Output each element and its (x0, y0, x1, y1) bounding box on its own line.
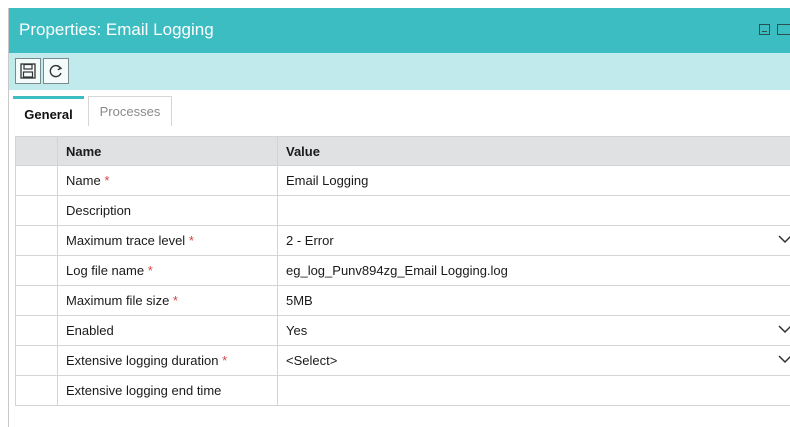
column-header-name: Name (57, 136, 278, 166)
property-name: Maximum trace level (66, 233, 186, 248)
property-name: Maximum file size (66, 293, 170, 308)
property-name: Log file name (66, 263, 145, 278)
minimize-icon[interactable] (759, 24, 770, 35)
chevron-down-icon[interactable] (778, 233, 790, 245)
property-name-cell: Log file name * (57, 255, 278, 286)
refresh-button[interactable] (43, 58, 69, 84)
property-value-field[interactable] (277, 375, 790, 406)
table-row[interactable]: Extensive logging end time (15, 375, 790, 406)
property-value-field[interactable]: eg_log_Punv894zg_Email Logging.log (277, 255, 790, 286)
required-marker: * (104, 173, 110, 188)
property-value: <Select> (286, 353, 338, 368)
property-name-cell: Enabled (57, 315, 278, 346)
required-marker: * (222, 353, 228, 368)
required-marker: * (172, 293, 178, 308)
property-value: eg_log_Punv894zg_Email Logging.log (286, 263, 508, 278)
save-icon (20, 63, 36, 79)
row-header-cell[interactable] (15, 165, 58, 196)
property-value: 5MB (286, 293, 313, 308)
refresh-icon (49, 64, 63, 78)
maximize-icon[interactable] (777, 24, 790, 35)
property-name: Name (66, 173, 101, 188)
row-header-cell[interactable] (15, 225, 58, 256)
property-value-field[interactable] (277, 195, 790, 226)
title-bar: Properties: Email Logging (9, 8, 790, 53)
properties-grid: Name Value Name * Email Logging Descriptio… (15, 136, 790, 406)
table-row[interactable]: Maximum trace level * 2 - Error (15, 225, 790, 256)
property-name: Extensive logging duration (66, 353, 219, 368)
chevron-down-icon[interactable] (778, 353, 790, 365)
table-row[interactable]: Enabled Yes (15, 315, 790, 346)
table-row[interactable]: Extensive logging duration * <Select> (15, 345, 790, 376)
row-header-cell[interactable] (15, 315, 58, 346)
property-name-cell: Maximum trace level * (57, 225, 278, 256)
column-header-value: Value (277, 136, 790, 166)
row-header-cell[interactable] (15, 375, 58, 406)
table-row[interactable]: Description (15, 195, 790, 226)
property-name: Enabled (66, 323, 114, 338)
property-name-cell: Extensive logging end time (57, 375, 278, 406)
row-header-cell[interactable] (15, 195, 58, 226)
property-value: Yes (286, 323, 308, 338)
properties-window: Properties: Email Logging General Proces… (8, 8, 790, 427)
property-value-field[interactable]: 5MB (277, 285, 790, 316)
property-value-select[interactable]: 2 - Error (277, 225, 790, 256)
row-header-cell[interactable] (15, 255, 58, 286)
row-header-cell (15, 136, 58, 166)
property-name: Description (66, 203, 132, 218)
property-value: 2 - Error (286, 233, 334, 248)
chevron-down-icon[interactable] (778, 323, 790, 335)
property-value-field[interactable]: Email Logging (277, 165, 790, 196)
grid-header-row: Name Value (15, 136, 790, 166)
row-header-cell[interactable] (15, 345, 58, 376)
save-button[interactable] (15, 58, 41, 84)
tab-general[interactable]: General (13, 96, 84, 126)
property-value: Email Logging (286, 173, 369, 188)
property-name-cell: Extensive logging duration * (57, 345, 278, 376)
table-row[interactable]: Maximum file size * 5MB (15, 285, 790, 316)
table-row[interactable]: Name * Email Logging (15, 165, 790, 196)
property-value-select[interactable]: <Select> (277, 345, 790, 376)
row-header-cell[interactable] (15, 285, 58, 316)
property-name-cell: Maximum file size * (57, 285, 278, 316)
toolbar (9, 53, 790, 90)
tab-strip: General Processes (9, 96, 790, 126)
window-title: Properties: Email Logging (19, 20, 214, 39)
property-name-cell: Description (57, 195, 278, 226)
tab-processes[interactable]: Processes (88, 96, 172, 126)
required-marker: * (188, 233, 194, 248)
table-row[interactable]: Log file name * eg_log_Punv894zg_Email Lo… (15, 255, 790, 286)
property-name-cell: Name * (57, 165, 278, 196)
property-name: Extensive logging end time (66, 383, 222, 398)
property-value-select[interactable]: Yes (277, 315, 790, 346)
required-marker: * (147, 263, 153, 278)
